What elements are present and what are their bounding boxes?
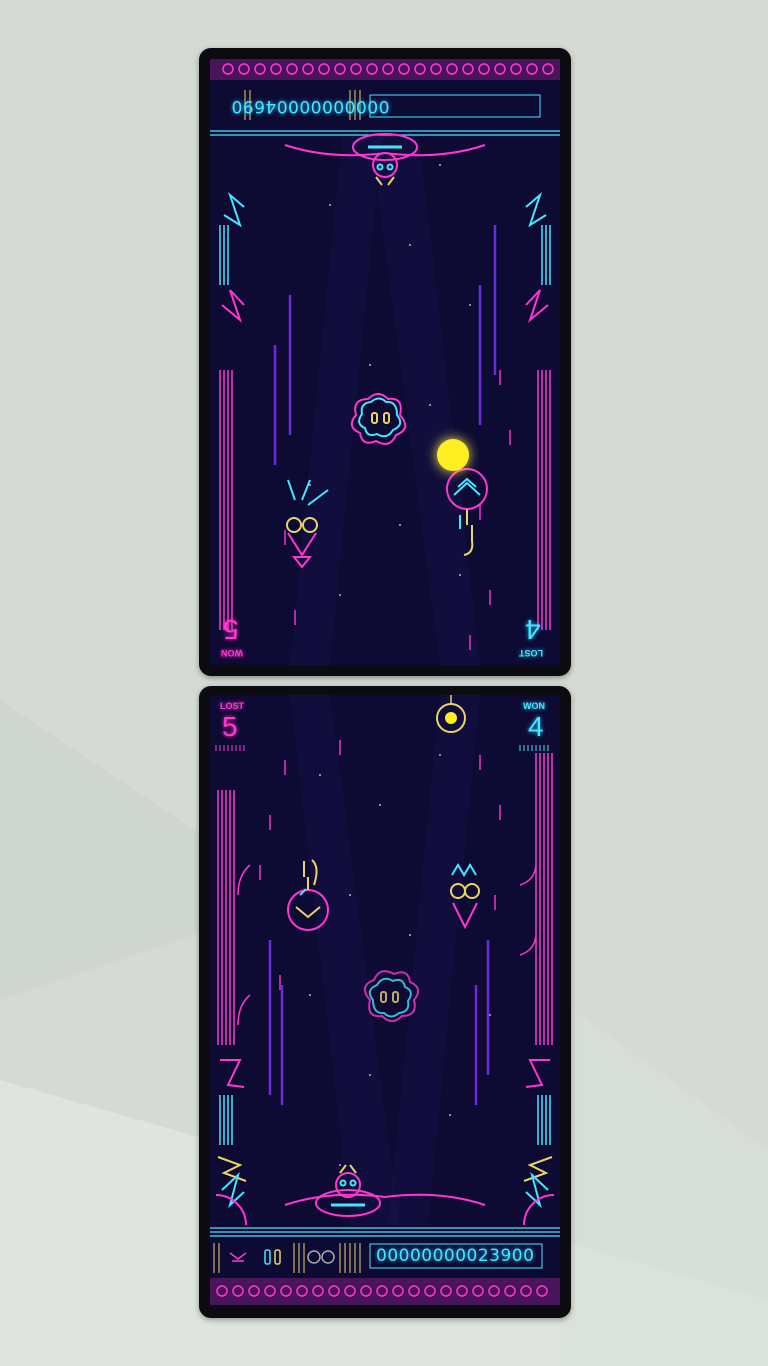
player-won-label: WON <box>523 701 545 711</box>
flower-face-icon <box>363 970 420 1022</box>
player-device: LOST 5 WON 4 00000000023900 <box>199 686 571 1318</box>
opponent-lost-count: 4 <box>525 614 541 645</box>
opponent-score: 00000000004690 <box>231 96 390 116</box>
player-screen: LOST 5 WON 4 00000000023900 <box>210 695 560 1305</box>
player-lost-count: 5 <box>222 711 238 742</box>
player-score: 00000000023900 <box>376 1246 535 1266</box>
opponent-won-label: WON <box>221 648 243 658</box>
player-lost-label: LOST <box>220 701 244 711</box>
player-won-count: 4 <box>528 711 544 742</box>
opponent-lost-label: LOST <box>519 648 543 658</box>
opponent-won-count: 5 <box>223 614 239 645</box>
ball-icon[interactable] <box>437 439 469 471</box>
flower-face-icon <box>350 393 407 445</box>
player-playfield[interactable] <box>210 695 560 1305</box>
opponent-screen <box>210 59 560 665</box>
opponent-device: 00000000004690 5 WON 4 LOST <box>199 48 571 676</box>
opponent-playfield[interactable] <box>210 59 560 665</box>
